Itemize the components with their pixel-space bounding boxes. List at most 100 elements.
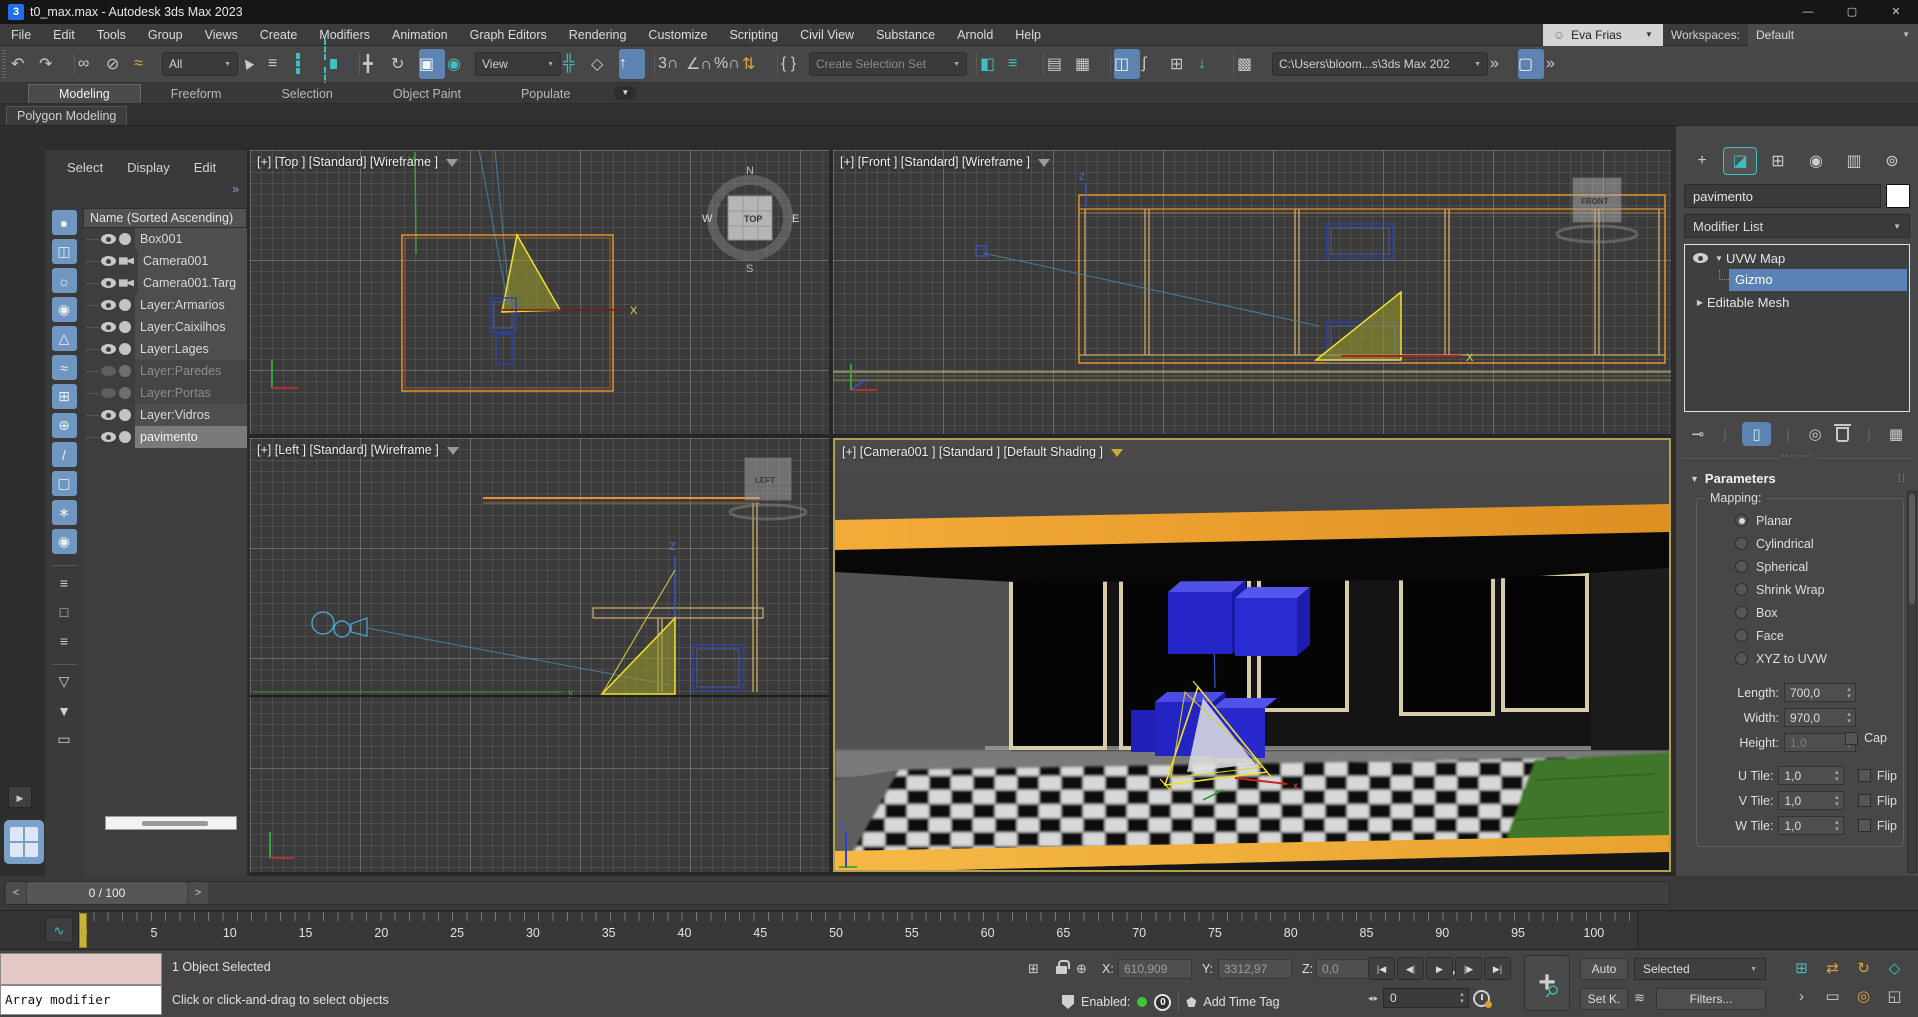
object-name[interactable]: Camera001 bbox=[138, 250, 247, 272]
orbit-icon[interactable]: ↻ bbox=[1848, 954, 1879, 982]
object-name[interactable]: Layer:Paredes bbox=[135, 360, 247, 382]
fov-icon[interactable]: ◇ bbox=[1879, 954, 1910, 982]
collapse-icon[interactable]: › bbox=[1786, 982, 1817, 1010]
tab-display-icon[interactable]: ▥ bbox=[1838, 148, 1870, 174]
select-and-place-icon[interactable]: ◉ bbox=[447, 49, 473, 79]
explorer-blank-icon[interactable]: □ bbox=[52, 599, 77, 624]
mirror-icon[interactable]: ◧ bbox=[980, 49, 1006, 79]
radio-icon[interactable] bbox=[1735, 583, 1748, 596]
display-containers-icon[interactable]: ▢ bbox=[52, 471, 77, 496]
auto-key-button[interactable]: Auto bbox=[1580, 958, 1628, 980]
menu-item[interactable]: Substance bbox=[865, 24, 946, 46]
mapping-radio-option[interactable]: Box bbox=[1707, 601, 1897, 624]
key-filters-button[interactable]: Filters... bbox=[1656, 988, 1766, 1010]
gizmo-subobject[interactable]: Gizmo bbox=[1729, 269, 1907, 291]
mapping-radio-option[interactable]: Shrink Wrap bbox=[1707, 578, 1897, 601]
play-icon[interactable]: ▶ bbox=[1426, 957, 1453, 980]
menu-item[interactable]: Civil View bbox=[789, 24, 865, 46]
enabled-status-dot[interactable] bbox=[1137, 997, 1147, 1007]
explorer-horizontal-scrollbar[interactable] bbox=[105, 816, 237, 830]
spinner-arrows[interactable]: ▴▾ bbox=[1831, 769, 1843, 783]
flip-checkbox[interactable] bbox=[1858, 769, 1871, 782]
tab-motion-icon[interactable]: ◉ bbox=[1800, 148, 1832, 174]
menu-item[interactable]: Rendering bbox=[558, 24, 638, 46]
folder-icon[interactable]: ▭ bbox=[52, 727, 77, 752]
explorer-row[interactable]: Camera001.Targ bbox=[83, 272, 247, 294]
set-key-button[interactable]: Set K. bbox=[1580, 988, 1628, 1010]
viewport-filter-icon[interactable] bbox=[1111, 449, 1123, 457]
explorer-row[interactable]: Layer:Armarios bbox=[83, 294, 247, 316]
spinner-arrows[interactable]: ▴▾ bbox=[1831, 819, 1843, 833]
layer-explorer-icon[interactable]: ▤ bbox=[1047, 49, 1073, 79]
radio-icon[interactable] bbox=[1735, 652, 1748, 665]
visibility-eye-icon[interactable] bbox=[101, 234, 116, 244]
set-keys-button[interactable]: + ⚲ bbox=[1524, 955, 1570, 1011]
redo-icon[interactable]: ↷ bbox=[39, 49, 65, 79]
select-and-move-icon[interactable]: ╋ bbox=[363, 49, 389, 79]
percent-snap-icon[interactable]: %∩ bbox=[714, 49, 740, 79]
modifier-eye-icon[interactable] bbox=[1693, 253, 1708, 263]
sep[interactable] bbox=[1037, 49, 1044, 79]
material-editor-icon[interactable]: ↓ bbox=[1198, 49, 1224, 79]
explorer-row[interactable]: Layer:Caixilhos bbox=[83, 316, 247, 338]
display-xrefs-icon[interactable]: ⊕ bbox=[52, 413, 77, 438]
mapping-radio-option[interactable]: Cylindrical bbox=[1707, 532, 1897, 555]
visibility-eye-icon[interactable] bbox=[101, 278, 116, 288]
sep[interactable] bbox=[68, 49, 75, 79]
object-name[interactable]: Camera001.Targ bbox=[138, 272, 247, 294]
selection-set-dropdown[interactable]: Selected▼ bbox=[1634, 958, 1766, 980]
go-to-end-icon[interactable]: ▶| bbox=[1484, 957, 1511, 980]
menu-item[interactable]: File bbox=[0, 24, 42, 46]
maxscript-macro-recorder[interactable] bbox=[0, 953, 162, 985]
object-name[interactable]: Box001 bbox=[135, 228, 247, 250]
viewcube-front-face[interactable]: FRONT bbox=[1581, 197, 1609, 206]
ribbon-tab[interactable]: Modeling bbox=[28, 84, 141, 103]
toolbar-overflow2-icon[interactable]: » bbox=[1546, 49, 1572, 79]
display-geometry-icon[interactable]: ● bbox=[52, 210, 77, 235]
maximize-viewport-toggle-icon[interactable]: ◱ bbox=[1879, 982, 1910, 1010]
pan-zoom-icon[interactable]: ◎ bbox=[1848, 982, 1879, 1010]
front-viewport-canvas[interactable]: Z X bbox=[833, 150, 1671, 434]
zoom-region-icon[interactable]: ▭ bbox=[1817, 982, 1848, 1010]
pin-stack-icon[interactable]: ⊸ bbox=[1688, 422, 1708, 446]
enabled-badge[interactable]: 0 bbox=[1154, 994, 1171, 1011]
viewcube-left-face[interactable]: LEFT bbox=[755, 476, 775, 485]
workspace-select[interactable]: Default ▼ bbox=[1748, 24, 1918, 46]
select-by-name-icon[interactable]: ≡ bbox=[268, 49, 294, 79]
window-crossing-icon[interactable] bbox=[324, 49, 350, 79]
viewport-left[interactable]: [+] [Left ] [Standard] [Wireframe ] bbox=[250, 438, 829, 872]
menu-item[interactable]: Arnold bbox=[946, 24, 1004, 46]
display-helpers-icon[interactable]: △ bbox=[52, 326, 77, 351]
maximize-button[interactable]: ▢ bbox=[1830, 0, 1874, 24]
add-time-tag[interactable]: Add Time Tag bbox=[1203, 995, 1279, 1009]
explorer-row[interactable]: pavimento bbox=[83, 426, 247, 448]
viewcube-east[interactable]: E bbox=[792, 213, 799, 225]
sep[interactable] bbox=[771, 49, 778, 79]
y-coord-field[interactable]: 3312,97 bbox=[1218, 959, 1292, 979]
display-bones-icon[interactable]: / bbox=[52, 442, 77, 467]
use-pivot-point-icon[interactable]: ╬ bbox=[563, 49, 589, 79]
explorer-row[interactable]: Layer:Portas bbox=[83, 382, 247, 404]
value-field[interactable]: 700,0 ▴▾ bbox=[1784, 683, 1856, 702]
bind-to-space-warp-icon[interactable]: ≈ bbox=[134, 49, 160, 79]
filter-icon[interactable]: ▼ bbox=[52, 698, 77, 723]
explorer-overflow-icon[interactable]: » bbox=[232, 182, 239, 196]
panel-divider[interactable] bbox=[1682, 458, 1912, 459]
ribbon-tab[interactable]: Freeform bbox=[141, 85, 252, 103]
select-and-rotate-icon[interactable]: ↻ bbox=[391, 49, 417, 79]
display-lights-icon[interactable]: ☼ bbox=[52, 268, 77, 293]
object-name[interactable]: Layer:Caixilhos bbox=[135, 316, 247, 338]
chevron-down-icon[interactable]: ▼ bbox=[1712, 254, 1726, 263]
time-slider-handle[interactable]: 0 / 100 bbox=[27, 882, 187, 904]
snap-3d-icon[interactable]: 3∩ bbox=[658, 49, 684, 79]
time-slider-track[interactable]: < 0 / 100 > bbox=[4, 881, 1670, 905]
current-frame-field[interactable]: 0 ▴▾ bbox=[1383, 988, 1469, 1008]
spinner-arrows[interactable]: ▴▾ bbox=[1843, 686, 1855, 700]
tab-modify-icon[interactable]: ◪ bbox=[1724, 148, 1756, 174]
tab-utilities-icon[interactable]: ⊚ bbox=[1876, 148, 1908, 174]
display-spacewarps-icon[interactable]: ≈ bbox=[52, 355, 77, 380]
explorer-menu-item[interactable]: Select bbox=[67, 160, 103, 175]
spinner-snap-icon[interactable]: ⇅ bbox=[742, 49, 768, 79]
prev-frame-button[interactable]: < bbox=[6, 882, 26, 904]
ribbon-minimize-icon[interactable]: ▼ bbox=[614, 86, 636, 100]
